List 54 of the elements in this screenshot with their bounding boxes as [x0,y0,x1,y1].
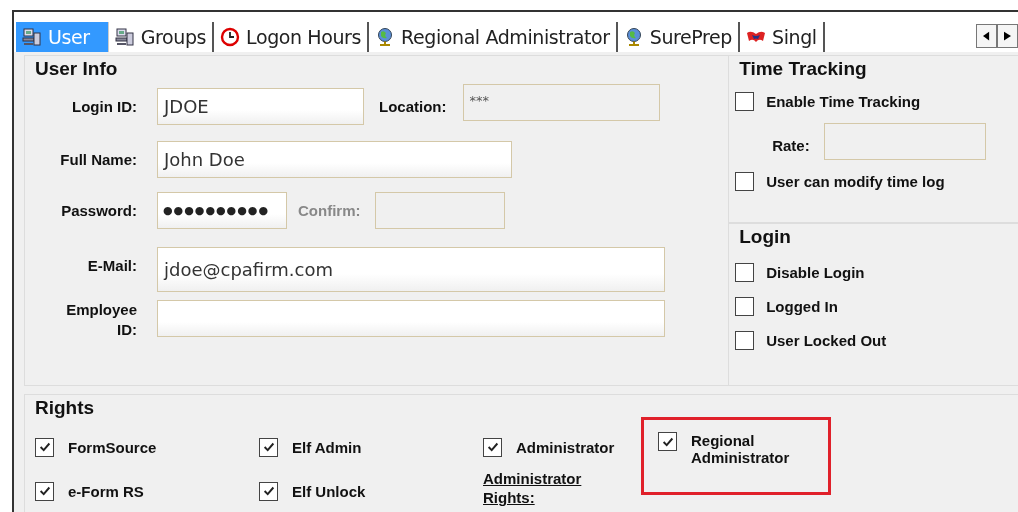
check-icon [261,484,276,498]
checkbox[interactable] [735,331,755,350]
checkbox-label: Regional Administrator [691,432,791,466]
checkbox[interactable] [735,92,755,111]
checkbox[interactable] [259,437,278,457]
input-field[interactable]: jdoe@cpafirm.com [157,247,665,292]
password-field[interactable]: ●●●●●●●●●● [157,192,287,229]
check-icon [261,440,276,454]
checkbox[interactable] [658,432,677,451]
check-icon [37,440,52,454]
checkbox[interactable] [35,481,54,501]
check-icon [37,484,52,498]
administrator-rights-link[interactable]: Administrator Rights: [483,469,613,507]
checkbox[interactable] [483,437,502,457]
panel-title: Login [738,225,792,248]
input-field[interactable] [823,123,986,160]
computer-icon [114,27,135,47]
panel-title: User Info [34,57,119,80]
panel-title: Time Tracking [738,57,868,80]
checkbox-label: Elf Admin [292,438,362,456]
field-label: E-Mail: [86,257,137,274]
checkbox-label: User can modify time log [766,173,945,190]
input-field[interactable] [157,300,665,337]
checkbox-label: Administrator [516,438,615,456]
field-label: Rate: [772,137,810,154]
field-label: Location: [379,98,447,115]
check-icon [485,440,500,454]
checkbox[interactable] [735,263,755,282]
checkbox-label: Elf Unlock [292,482,366,500]
checkbox[interactable] [735,172,755,191]
right-triangle-icon [1004,31,1011,41]
checkbox-label: Disable Login [766,264,865,281]
input-field[interactable]: John Doe [157,141,512,178]
checkbox-label: FormSource [68,438,157,456]
checkbox-label: Enable Time Tracking [766,93,921,110]
left-triangle-icon [983,31,990,41]
checkbox-label: Logged In [766,298,838,315]
scroll-left-button[interactable] [976,24,997,48]
field-label: Login ID: [71,98,137,115]
checkbox-label: e-Form RS [68,482,144,500]
checkbox[interactable] [259,481,278,501]
panel-title: Rights [34,396,96,419]
globe-icon [375,27,395,47]
checkbox[interactable] [735,297,755,316]
field-label: Password: [60,202,137,219]
field-label: Full Name: [59,151,137,168]
scroll-right-button[interactable] [997,24,1018,48]
computer-icon [22,27,42,47]
clock-icon [220,27,241,47]
field-label: Confirm: [298,202,361,219]
checkbox-label: User Locked Out [766,332,887,349]
checkbox[interactable] [35,437,54,457]
input-field[interactable]: JDOE [157,88,364,125]
field-label: Employee ID: [65,300,137,340]
